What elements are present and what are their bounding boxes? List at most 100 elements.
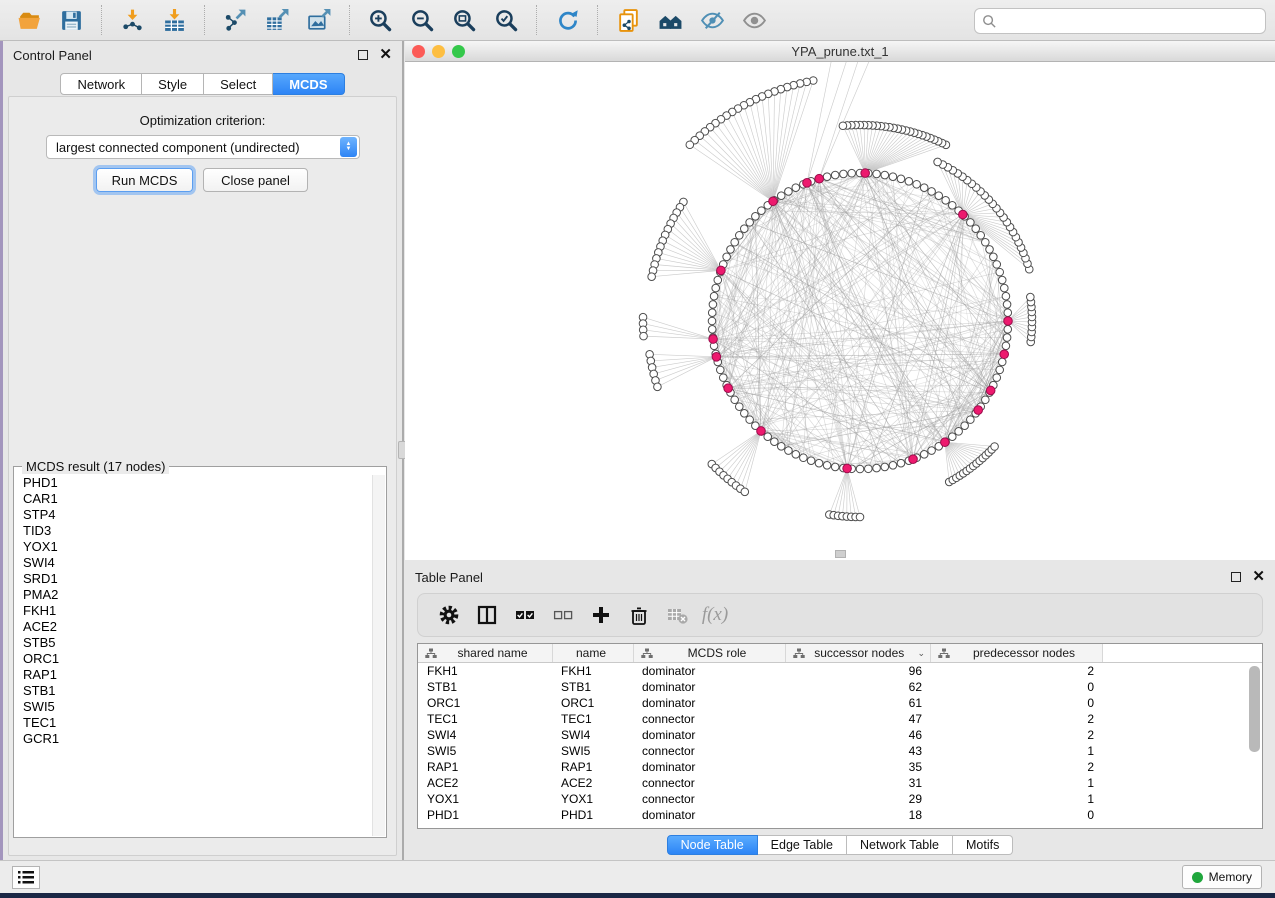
add-column-icon[interactable] — [584, 598, 618, 632]
table-row[interactable]: SWI4SWI4dominator462 — [418, 727, 1262, 743]
column-header-name[interactable]: name — [553, 644, 634, 662]
table-row[interactable]: TEC1TEC1connector472 — [418, 711, 1262, 727]
cell: 29 — [786, 791, 931, 807]
cell: 31 — [786, 775, 931, 791]
canvas-resize-handle[interactable] — [835, 550, 846, 558]
network-graph[interactable] — [405, 62, 1275, 560]
tab-select[interactable]: Select — [204, 73, 273, 95]
node-table[interactable]: shared namenameMCDS rolesuccessor nodes⌄… — [417, 643, 1263, 829]
open-file-icon[interactable] — [13, 3, 45, 37]
tab-edge-table[interactable]: Edge Table — [758, 835, 847, 855]
column-header-MCDS-role[interactable]: MCDS role — [634, 644, 786, 662]
show-all-icon[interactable] — [738, 3, 770, 37]
tab-network-table[interactable]: Network Table — [847, 835, 953, 855]
deselect-all-icon[interactable] — [546, 598, 580, 632]
shared-column-icon — [425, 648, 437, 659]
search-box[interactable] — [974, 8, 1266, 34]
float-panel-icon[interactable] — [358, 50, 368, 60]
cell: STB1 — [418, 679, 553, 695]
mcds-result-item[interactable]: RAP1 — [15, 667, 372, 683]
mcds-result-item[interactable]: STB1 — [15, 683, 372, 699]
close-panel-icon[interactable]: ✕ — [379, 50, 392, 60]
mcds-result-list[interactable]: PHD1CAR1STP4TID3YOX1SWI4SRD1PMA2FKH1ACE2… — [15, 475, 372, 836]
shared-column-icon — [793, 648, 805, 659]
tab-node-table[interactable]: Node Table — [667, 835, 758, 855]
column-header-predecessor-nodes[interactable]: predecessor nodes — [931, 644, 1103, 662]
close-table-panel-icon[interactable]: ✕ — [1252, 572, 1265, 582]
table-row[interactable]: RAP1RAP1dominator352 — [418, 759, 1262, 775]
cell: 18 — [786, 807, 931, 823]
mcds-result-item[interactable]: ACE2 — [15, 619, 372, 635]
new-network-from-selection-icon[interactable] — [612, 3, 644, 37]
table-row[interactable]: STB1STB1dominator620 — [418, 679, 1262, 695]
table-panel: Table Panel ✕ f(x) shared namenameMCDS r… — [405, 563, 1275, 860]
table-row[interactable]: SWI5SWI5connector431 — [418, 743, 1262, 759]
list-icon — [18, 871, 34, 884]
cell: 61 — [786, 695, 931, 711]
table-body: FKH1FKH1dominator962STB1STB1dominator620… — [418, 663, 1262, 823]
network-canvas[interactable] — [405, 62, 1275, 560]
mcds-result-item[interactable]: PHD1 — [15, 475, 372, 491]
table-row[interactable]: ORC1ORC1dominator610 — [418, 695, 1262, 711]
mcds-result-item[interactable]: SWI5 — [15, 699, 372, 715]
mcds-result-item[interactable]: STB5 — [15, 635, 372, 651]
save-session-icon[interactable] — [55, 3, 87, 37]
control-panel-title: Control Panel — [13, 48, 92, 63]
mcds-result-item[interactable]: ORC1 — [15, 651, 372, 667]
export-image-icon[interactable] — [303, 3, 335, 37]
search-input[interactable] — [1003, 14, 1258, 28]
tab-mcds[interactable]: MCDS — [273, 73, 344, 95]
cell: SWI5 — [553, 743, 634, 759]
zoom-selected-icon[interactable] — [490, 3, 522, 37]
first-neighbors-icon[interactable] — [654, 3, 686, 37]
table-row[interactable]: FKH1FKH1dominator962 — [418, 663, 1262, 679]
mcds-list-scrollbar[interactable] — [372, 475, 385, 836]
tab-network[interactable]: Network — [60, 73, 142, 95]
table-panel-tabs: Node TableEdge TableNetwork TableMotifs — [405, 835, 1275, 855]
search-icon — [982, 14, 997, 29]
mcds-result-item[interactable]: TEC1 — [15, 715, 372, 731]
export-table-icon[interactable] — [261, 3, 293, 37]
zoom-out-icon[interactable] — [406, 3, 438, 37]
run-mcds-button[interactable]: Run MCDS — [96, 168, 193, 192]
export-network-icon[interactable] — [219, 3, 251, 37]
mcds-result-item[interactable]: SRD1 — [15, 571, 372, 587]
mcds-result-item[interactable]: FKH1 — [15, 603, 372, 619]
mcds-result-item[interactable]: YOX1 — [15, 539, 372, 555]
mcds-result-item[interactable]: STP4 — [15, 507, 372, 523]
select-all-icon[interactable] — [508, 598, 542, 632]
sort-indicator-icon[interactable]: ⌄ — [917, 648, 925, 659]
mcds-result-item[interactable]: PMA2 — [15, 587, 372, 603]
mcds-result-item[interactable]: CAR1 — [15, 491, 372, 507]
zoom-in-icon[interactable] — [364, 3, 396, 37]
float-table-panel-icon[interactable] — [1231, 572, 1241, 582]
delete-column-icon[interactable] — [622, 598, 656, 632]
tab-style[interactable]: Style — [142, 73, 204, 95]
toggle-columns-icon[interactable] — [470, 598, 504, 632]
column-header-shared-name[interactable]: shared name — [418, 644, 553, 662]
import-network-icon[interactable] — [116, 3, 148, 37]
close-panel-button[interactable]: Close panel — [203, 168, 308, 192]
mcds-result-item[interactable]: GCR1 — [15, 731, 372, 747]
import-table-icon[interactable] — [158, 3, 190, 37]
hide-selected-icon[interactable] — [696, 3, 728, 37]
cell: FKH1 — [553, 663, 634, 679]
optimization-criterion-select[interactable]: largest connected component (undirected)… — [46, 135, 360, 159]
mcds-result-item[interactable]: TID3 — [15, 523, 372, 539]
task-history-button[interactable] — [12, 866, 40, 889]
refresh-icon[interactable] — [551, 3, 583, 37]
mcds-result-item[interactable]: SWI4 — [15, 555, 372, 571]
cell: 0 — [931, 679, 1103, 695]
memory-button[interactable]: Memory — [1182, 865, 1262, 889]
table-row[interactable]: PHD1PHD1dominator180 — [418, 807, 1262, 823]
zoom-fit-icon[interactable] — [448, 3, 480, 37]
table-scrollbar-thumb[interactable] — [1249, 666, 1260, 752]
table-row[interactable]: YOX1YOX1connector291 — [418, 791, 1262, 807]
tab-motifs[interactable]: Motifs — [953, 835, 1013, 855]
network-window-titlebar[interactable]: YPA_prune.txt_1 — [405, 41, 1275, 62]
network-window-title: YPA_prune.txt_1 — [405, 44, 1275, 59]
table-row[interactable]: ACE2ACE2connector311 — [418, 775, 1262, 791]
cell: RAP1 — [418, 759, 553, 775]
column-header-successor-nodes[interactable]: successor nodes⌄ — [786, 644, 931, 662]
table-settings-icon[interactable] — [432, 598, 466, 632]
